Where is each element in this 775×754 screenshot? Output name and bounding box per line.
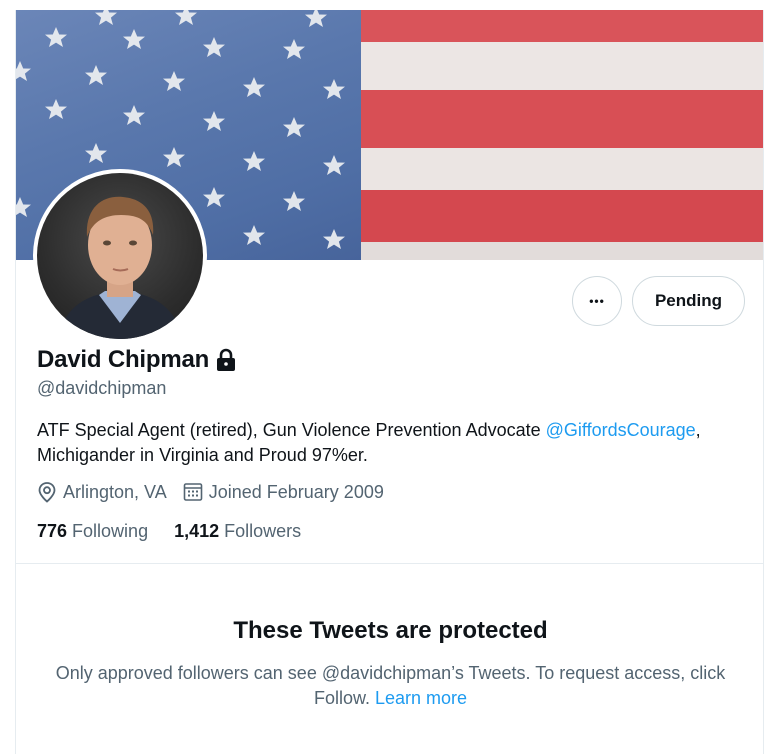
avatar-photo: [37, 173, 203, 339]
profile-avatar[interactable]: [33, 169, 207, 343]
profile-bio: ATF Special Agent (retired), Gun Violenc…: [37, 418, 747, 468]
protected-message: Only approved followers can see @davidch…: [46, 661, 735, 711]
flag-stripe: [361, 148, 763, 190]
profile-stats: 776 Following 1,412 Followers: [37, 521, 327, 542]
profile-frame: ••• Pending David Chipman @davidchipman …: [15, 10, 764, 754]
profile-meta: Arlington, VA Joined February 2009: [37, 481, 400, 503]
joined-text: Joined February 2009: [208, 481, 384, 502]
bio-mention-link[interactable]: @GiffordsCourage: [546, 420, 696, 440]
flag-stripe: [361, 190, 763, 242]
location-pin-icon: [38, 482, 56, 503]
more-options-button[interactable]: •••: [572, 276, 622, 326]
followers-link[interactable]: 1,412 Followers: [174, 521, 301, 542]
following-count: 776: [37, 521, 68, 541]
profile-name-row: David Chipman: [37, 346, 237, 374]
protected-title: These Tweets are protected: [233, 617, 548, 644]
flag-stripe: [361, 90, 763, 148]
more-dots-icon: •••: [589, 294, 605, 308]
profile-name: David Chipman: [37, 346, 210, 373]
followers-count: 1,412: [174, 521, 220, 541]
section-divider: [16, 563, 763, 564]
learn-more-link[interactable]: Learn more: [375, 688, 467, 708]
profile-handle: @davidchipman: [37, 378, 167, 398]
flag-stripe: [361, 42, 763, 90]
flag-stripe: [361, 242, 763, 260]
pending-follow-button[interactable]: Pending: [632, 276, 745, 326]
followers-label: Followers: [224, 521, 302, 541]
avatar-illustration: [57, 196, 183, 339]
calendar-icon: [183, 483, 203, 501]
flag-stripe: [361, 10, 763, 42]
bio-text: ATF Special Agent (retired), Gun Violenc…: [37, 420, 546, 440]
lock-icon: [215, 348, 237, 372]
joined-item: Joined February 2009: [183, 482, 384, 503]
location-text: Arlington, VA: [63, 481, 167, 502]
pending-label: Pending: [654, 291, 723, 310]
location-item: Arlington, VA: [37, 481, 167, 503]
following-label: Following: [72, 521, 149, 541]
following-link[interactable]: 776 Following: [37, 521, 148, 542]
